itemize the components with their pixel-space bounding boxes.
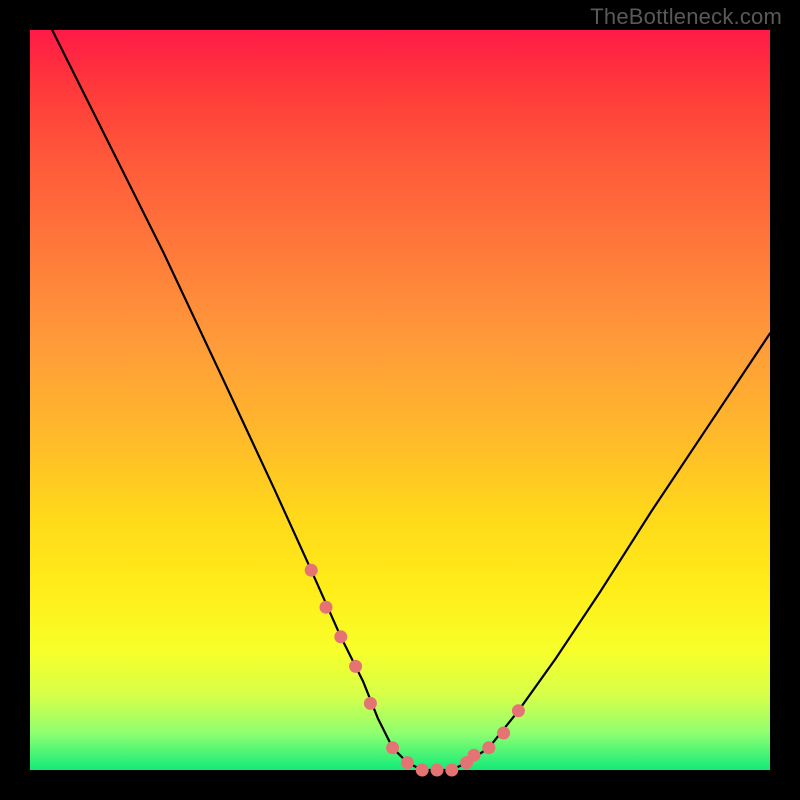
marker-dot bbox=[482, 741, 495, 754]
marker-dot bbox=[364, 697, 377, 710]
watermark-text: TheBottleneck.com bbox=[590, 4, 782, 30]
marker-dot bbox=[445, 764, 458, 777]
marker-dot bbox=[386, 741, 399, 754]
marker-dot bbox=[305, 564, 318, 577]
marker-dot bbox=[468, 749, 481, 762]
marker-dot bbox=[401, 756, 414, 769]
curve-markers bbox=[305, 564, 525, 777]
chart-frame: TheBottleneck.com bbox=[0, 0, 800, 800]
chart-overlay bbox=[30, 30, 770, 770]
marker-dot bbox=[431, 764, 444, 777]
marker-dot bbox=[416, 764, 429, 777]
marker-dot bbox=[334, 630, 347, 643]
marker-dot bbox=[497, 727, 510, 740]
marker-dot bbox=[512, 704, 525, 717]
marker-dot bbox=[320, 601, 333, 614]
bottleneck-curve bbox=[52, 30, 770, 770]
marker-dot bbox=[349, 660, 362, 673]
